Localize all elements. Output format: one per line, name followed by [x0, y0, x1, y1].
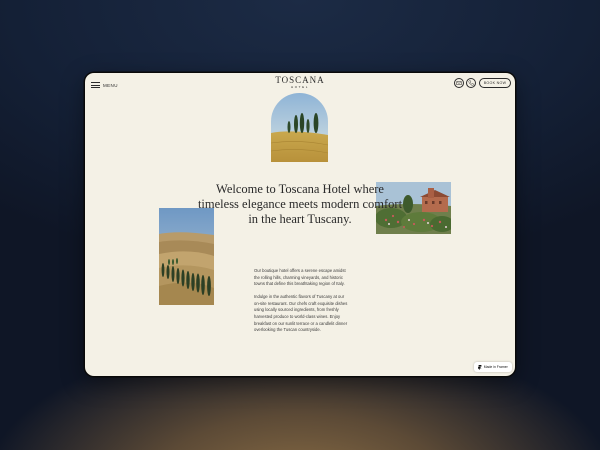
cypress-field-photo	[271, 93, 328, 162]
intro-text: Our boutique hotel offers a serene escap…	[254, 268, 350, 340]
hotel-logo[interactable]: TOSCANA HOTEL	[85, 76, 515, 90]
restaurant-paragraph: Indulge in the authentic flavors of Tusc…	[254, 294, 348, 333]
badge-label: Made in Framer	[483, 365, 508, 369]
logo-title: TOSCANA	[275, 75, 325, 85]
phone-button[interactable]	[466, 78, 476, 88]
intro-paragraph: Our boutique hotel offers a serene escap…	[254, 268, 346, 287]
browser-window: MENU TOSCANA HOTEL BOOK NOW Welcome to T…	[85, 73, 515, 376]
phone-icon	[468, 80, 474, 86]
made-in-framer-badge[interactable]: Made in Framer	[474, 362, 512, 372]
framer-icon	[478, 364, 482, 370]
mail-icon	[456, 81, 462, 85]
logo-subtitle: HOTEL	[290, 85, 309, 89]
book-now-button[interactable]: BOOK NOW	[479, 78, 511, 88]
mail-button[interactable]	[454, 78, 464, 88]
welcome-headline: Welcome to Toscana Hotel where timeless …	[197, 182, 403, 226]
